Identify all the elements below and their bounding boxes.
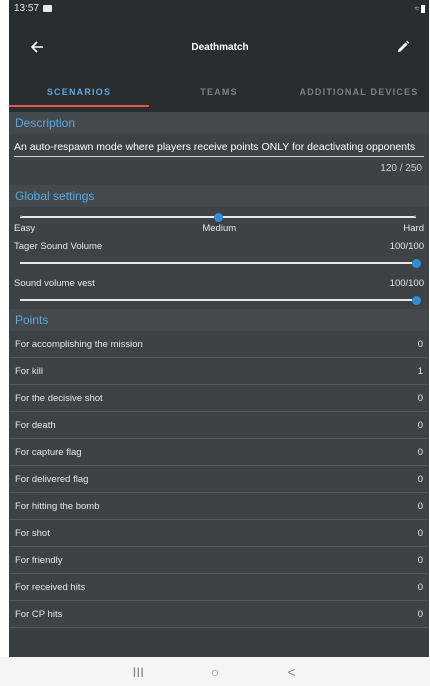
tager-volume-slider[interactable] xyxy=(20,258,421,268)
tager-volume-block: Tager Sound Volume 100/100 xyxy=(9,241,429,268)
points-header: Points xyxy=(9,309,429,331)
list-item[interactable]: For friendly 0 xyxy=(9,547,429,574)
points-row-value: 0 xyxy=(417,473,423,485)
back-button[interactable] xyxy=(23,33,51,61)
description-header: Description xyxy=(9,112,429,134)
slider-tick xyxy=(20,215,22,217)
vest-volume-label: Sound volume vest xyxy=(14,278,95,289)
points-row-value: 0 xyxy=(417,446,423,458)
tab-scenarios[interactable]: SCENARIOS xyxy=(9,77,149,107)
gallery-notification-icon xyxy=(43,5,53,12)
points-row-value: 0 xyxy=(417,581,423,593)
app-bar: Deathmatch xyxy=(9,17,429,77)
vest-volume-slider-thumb[interactable] xyxy=(411,295,421,305)
points-row-label: For accomplishing the mission xyxy=(15,338,143,350)
wifi-icon: ≈ xyxy=(414,4,419,13)
points-row-value: 0 xyxy=(417,554,423,566)
global-settings-header: Global settings xyxy=(9,185,429,207)
points-row-label: For friendly xyxy=(15,554,63,566)
app-screen: 13:57 ≈ Deathmatch SCENARIOS TEAMS ADDIT… xyxy=(9,0,429,686)
tab-teams[interactable]: TEAMS xyxy=(149,77,289,107)
points-row-value: 0 xyxy=(417,527,423,539)
list-item[interactable]: For shot 0 xyxy=(9,520,429,547)
character-counter: 120 / 250 xyxy=(380,163,422,174)
battery-icon xyxy=(421,4,425,13)
points-row-value: 0 xyxy=(417,500,423,512)
description-input[interactable]: An auto-respawn mode where players recei… xyxy=(14,141,424,157)
list-item[interactable]: For death 0 xyxy=(9,412,429,439)
system-navigation-bar: III ○ < xyxy=(0,657,430,686)
description-section: An auto-respawn mode where players recei… xyxy=(9,134,429,185)
points-list: For accomplishing the mission 0 For kill 1… xyxy=(9,331,429,628)
global-settings-section: Easy Medium Hard Tager Sound Volume 100/… xyxy=(9,207,429,309)
vest-volume-slider[interactable] xyxy=(20,295,421,305)
difficulty-label-easy: Easy xyxy=(14,223,36,234)
tager-volume-slider-thumb[interactable] xyxy=(411,258,421,268)
vest-volume-value: 100/100 xyxy=(389,278,424,289)
tab-additional-devices[interactable]: ADDITIONAL DEVICES xyxy=(289,77,429,107)
difficulty-label-medium: Medium xyxy=(202,223,237,234)
tager-volume-value: 100/100 xyxy=(389,241,424,252)
points-row-value: 0 xyxy=(417,419,423,431)
list-item[interactable]: For the decisive shot 0 xyxy=(9,385,429,412)
difficulty-slider-block: Easy Medium Hard xyxy=(9,212,429,234)
points-row-value: 0 xyxy=(417,392,423,404)
list-item[interactable]: For accomplishing the mission 0 xyxy=(9,331,429,358)
system-back-button[interactable]: < xyxy=(277,662,307,682)
recent-apps-button[interactable]: III xyxy=(123,662,153,682)
points-row-label: For capture flag xyxy=(15,446,82,458)
scenario-panel: Description An auto-respawn mode where p… xyxy=(9,112,429,628)
difficulty-slider[interactable] xyxy=(20,212,416,222)
points-row-label: For kill xyxy=(15,365,43,377)
difficulty-label-hard: Hard xyxy=(403,223,424,234)
points-row-label: For delivered flag xyxy=(15,473,89,485)
list-item[interactable]: For capture flag 0 xyxy=(9,439,429,466)
status-bar: 13:57 ≈ xyxy=(9,0,429,17)
slider-tick xyxy=(414,215,416,217)
points-row-label: For shot xyxy=(15,527,50,539)
status-time: 13:57 xyxy=(14,3,40,14)
difficulty-slider-thumb[interactable] xyxy=(213,212,223,222)
points-row-label: For hitting the bomb xyxy=(15,500,100,512)
arrow-left-icon xyxy=(30,41,43,53)
list-item[interactable]: For kill 1 xyxy=(9,358,429,385)
points-row-label: For received hits xyxy=(15,581,86,593)
points-row-label: For death xyxy=(15,419,56,431)
points-row-value: 0 xyxy=(417,608,423,620)
vest-volume-block: Sound volume vest 100/100 xyxy=(9,278,429,305)
tager-volume-label: Tager Sound Volume xyxy=(14,241,103,252)
pencil-icon xyxy=(398,40,410,52)
points-row-label: For CP hits xyxy=(15,608,63,620)
page-title: Deathmatch xyxy=(191,41,249,53)
points-row-value: 1 xyxy=(417,365,423,377)
list-item[interactable]: For received hits 0 xyxy=(9,574,429,601)
edit-button[interactable] xyxy=(389,33,417,61)
device-frame: 13:57 ≈ Deathmatch SCENARIOS TEAMS ADDIT… xyxy=(0,0,430,686)
list-item[interactable]: For delivered flag 0 xyxy=(9,466,429,493)
points-row-label: For the decisive shot xyxy=(15,392,103,404)
list-item[interactable]: For hitting the bomb 0 xyxy=(9,493,429,520)
home-button[interactable]: ○ xyxy=(200,662,230,682)
tab-bar: SCENARIOS TEAMS ADDITIONAL DEVICES xyxy=(9,77,429,107)
points-row-value: 0 xyxy=(417,338,423,350)
list-item[interactable]: For CP hits 0 xyxy=(9,601,429,628)
